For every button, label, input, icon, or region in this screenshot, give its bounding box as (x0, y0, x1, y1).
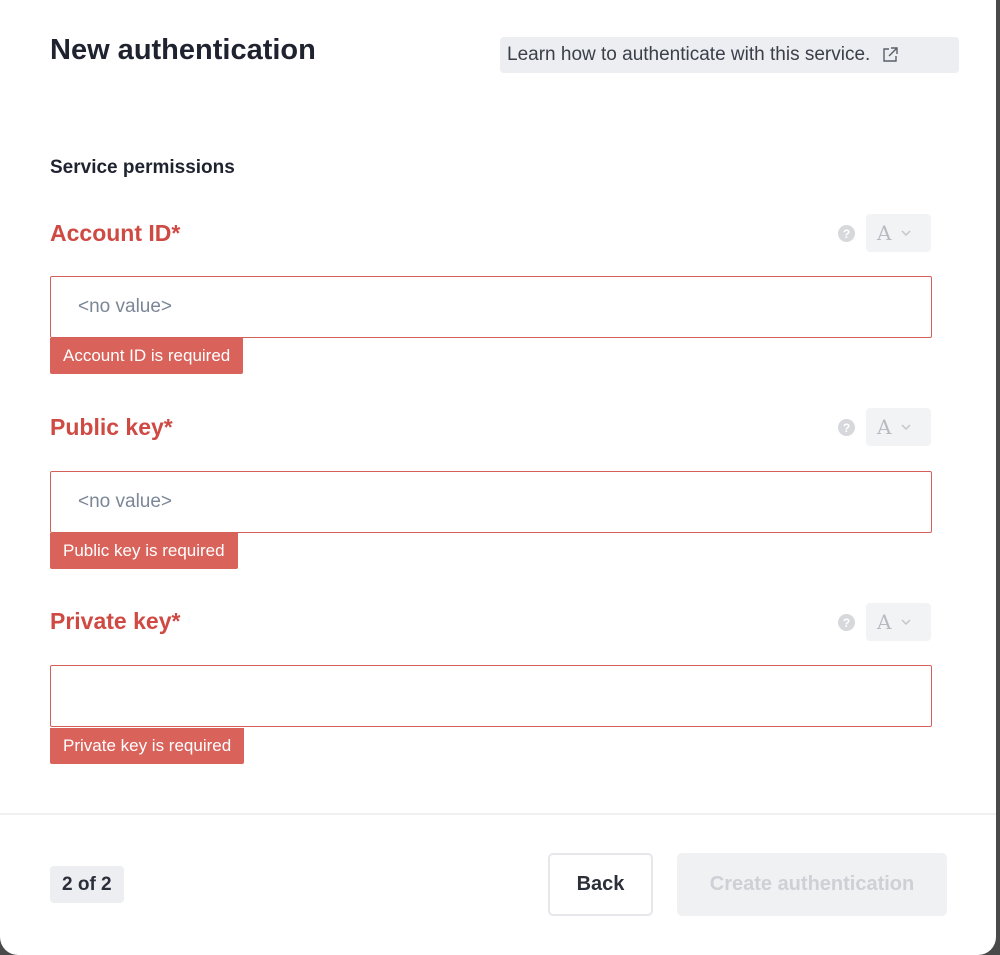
modal-title: New authentication (50, 34, 316, 66)
chevron-down-icon (901, 423, 911, 430)
public-key-label: Public key* (50, 414, 173, 440)
learn-how-link-label: Learn how to authenticate with this serv… (507, 44, 871, 65)
section-label-service-permissions: Service permissions (50, 157, 235, 178)
account-id-error: Account ID is required (50, 338, 244, 374)
back-button[interactable]: Back (548, 853, 653, 916)
external-link-icon (883, 47, 899, 62)
private-key-label: Private key* (50, 608, 181, 634)
footer-divider (0, 813, 996, 815)
chevron-down-icon (901, 229, 911, 236)
account-id-type-value: A (877, 221, 892, 245)
learn-how-link[interactable]: Learn how to authenticate with this serv… (500, 37, 959, 73)
account-id-label: Account ID* (50, 220, 181, 246)
private-key-type-value: A (877, 610, 892, 634)
create-authentication-button[interactable]: Create authentication (677, 853, 947, 916)
private-key-help-icon[interactable]: ? (838, 614, 855, 631)
public-key-error: Public key is required (50, 533, 238, 569)
public-key-type-select[interactable]: A (866, 408, 931, 446)
account-id-input-value: <no value> (78, 296, 173, 317)
public-key-help-icon[interactable]: ? (838, 419, 855, 436)
account-id-help-icon[interactable]: ? (838, 225, 855, 242)
account-id-type-select[interactable]: A (866, 214, 931, 252)
step-indicator: 2 of 2 (50, 866, 124, 903)
account-id-input[interactable]: <no value> (50, 276, 932, 338)
public-key-input-value: <no value> (78, 491, 173, 512)
public-key-input[interactable]: <no value> (50, 471, 932, 533)
private-key-error: Private key is required (50, 728, 245, 764)
private-key-input[interactable] (50, 665, 932, 727)
public-key-type-value: A (877, 415, 892, 439)
chevron-down-icon (901, 618, 911, 625)
new-authentication-modal: New authentication Learn how to authenti… (0, 0, 996, 955)
private-key-type-select[interactable]: A (866, 603, 931, 641)
